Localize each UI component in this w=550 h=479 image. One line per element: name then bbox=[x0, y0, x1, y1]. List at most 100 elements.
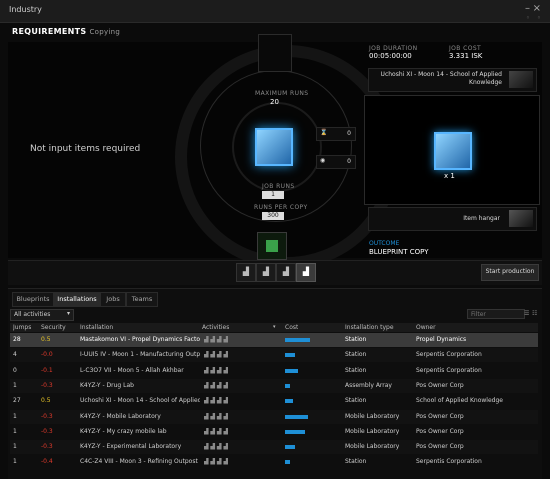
blueprint-cube-icon[interactable] bbox=[255, 128, 293, 166]
activities-icons: ▟ ▟ ▟ ▟ bbox=[204, 381, 229, 389]
col-cost[interactable]: Cost bbox=[285, 324, 298, 331]
security-cell: 0.5 bbox=[41, 336, 51, 343]
output-blueprint-icon[interactable] bbox=[257, 232, 287, 260]
security-cell: -0.4 bbox=[41, 458, 53, 466]
activities-icons: ▟ ▟ ▟ ▟ bbox=[204, 443, 229, 451]
tab-jobs[interactable]: Jobs bbox=[100, 292, 126, 307]
job-duration-value: 00:05:00:00 bbox=[369, 52, 412, 60]
installation-type-cell: Mobile Laboratory bbox=[345, 412, 400, 420]
col-security[interactable]: Security bbox=[41, 324, 66, 331]
output-location-selector[interactable]: Item hangar bbox=[368, 207, 537, 231]
col-installation-type[interactable]: Installation type bbox=[345, 324, 394, 331]
facility-name: Uchoshi XI - Moon 14 - School of Applied… bbox=[380, 71, 502, 86]
activities-icons: ▟ ▟ ▟ ▟ bbox=[204, 351, 229, 359]
col-activities[interactable]: Activities bbox=[202, 324, 229, 331]
owner-cell: School of Applied Knowledge bbox=[416, 397, 503, 405]
table-row[interactable]: 27 0.5 Uchoshi XI - Moon 14 - School of Ap… bbox=[10, 394, 538, 408]
detail-view-icon[interactable]: ☷ bbox=[532, 310, 537, 317]
security-cell: -0.3 bbox=[41, 427, 53, 435]
max-runs-label: MAXIMUM RUNS bbox=[255, 90, 309, 97]
table-row[interactable]: 4 -0.0 I-UUI5 IV - Moon 1 - Manufacturing … bbox=[10, 348, 538, 363]
col-installation[interactable]: Installation bbox=[80, 324, 113, 331]
activity-subtitle: Copying bbox=[89, 28, 121, 36]
installation-cell: L-C3O7 VII - Moon 5 - Allah Akhbar bbox=[80, 366, 184, 374]
wifi-icon: ◉ bbox=[320, 157, 326, 164]
material-efficiency-value: 0 bbox=[347, 158, 351, 165]
table-row[interactable]: 1 -0.3 K4YZ-Y - Drug Lab Assembly Array Pos … bbox=[10, 378, 538, 393]
pin-icon[interactable]: ◦ bbox=[526, 14, 530, 22]
cost-bar bbox=[285, 429, 305, 434]
requirements-header: REQUIREMENTS Copying bbox=[12, 27, 120, 36]
installation-type-cell: Assembly Array bbox=[345, 381, 392, 389]
col-jumps[interactable]: Jumps bbox=[13, 324, 31, 331]
max-runs-value: 20 bbox=[270, 98, 279, 106]
security-cell: 0.5 bbox=[41, 397, 51, 405]
activity-dropdown[interactable]: All activities ▾ bbox=[10, 309, 74, 321]
research-te-icon[interactable]: ▟ bbox=[256, 263, 276, 282]
input-slot[interactable] bbox=[258, 34, 292, 72]
table-row[interactable]: 28 0.5 Mastakomon VI - Propel Dynamics Fac… bbox=[10, 333, 538, 347]
cost-bar bbox=[285, 383, 290, 388]
window-title: Industry bbox=[9, 5, 42, 14]
manufacturing-icon[interactable]: ▟ bbox=[236, 263, 256, 282]
output-location: Item hangar bbox=[463, 215, 500, 222]
tab-teams[interactable]: Teams bbox=[126, 292, 158, 307]
start-production-button[interactable]: Start production bbox=[481, 264, 539, 281]
minimize-icon[interactable]: – bbox=[525, 3, 530, 14]
output-quantity: x 1 bbox=[444, 172, 455, 180]
output-cube-icon[interactable] bbox=[434, 132, 472, 170]
runs-per-copy-input[interactable]: 300 bbox=[262, 212, 284, 220]
cost-bar bbox=[285, 338, 310, 342]
table-row[interactable]: 1 -0.3 K4YZ-Y - Experimental Laboratory Mob… bbox=[10, 440, 538, 455]
cost-bar bbox=[285, 368, 298, 373]
owner-cell: Serpentis Corporation bbox=[416, 458, 482, 466]
jumps-cell: 1 bbox=[13, 443, 17, 451]
tab-installations[interactable]: Installations bbox=[54, 292, 100, 307]
jumps-cell: 4 bbox=[13, 351, 17, 359]
cost-bar bbox=[285, 414, 308, 419]
col-owner[interactable]: Owner bbox=[416, 324, 436, 331]
job-cost-value: 3.331 ISK bbox=[449, 52, 483, 60]
hourglass-icon: ⌛ bbox=[320, 129, 328, 136]
activity-buttons: ▟ ▟ ▟ ▟ bbox=[236, 263, 316, 282]
research-me-icon[interactable]: ▟ bbox=[276, 263, 296, 282]
table-row[interactable]: 1 -0.3 K4YZ-Y - My crazy mobile lab Mobile … bbox=[10, 425, 538, 439]
job-runs-input[interactable]: 1 bbox=[262, 191, 284, 199]
job-cost-label: JOB COST bbox=[449, 45, 482, 52]
filter-input[interactable] bbox=[467, 309, 525, 319]
job-duration-label: JOB DURATION bbox=[369, 45, 418, 52]
activities-icons: ▟ ▟ ▟ ▟ bbox=[204, 458, 229, 466]
settings-icon[interactable]: ◦ bbox=[537, 14, 541, 22]
jumps-cell: 1 bbox=[13, 427, 17, 435]
table-header: Jumps Security Installation Activities ▾… bbox=[10, 323, 538, 332]
activity-dropdown-value: All activities bbox=[14, 311, 51, 318]
activities-icons: ▟ ▟ ▟ ▟ bbox=[204, 336, 229, 343]
installation-cell: K4YZ-Y - My crazy mobile lab bbox=[80, 427, 167, 435]
table-row[interactable]: 0 -0.1 L-C3O7 VII - Moon 5 - Allah Akhbar S… bbox=[10, 364, 538, 378]
requirements-title: REQUIREMENTS bbox=[12, 27, 87, 36]
owner-cell: Pos Owner Corp bbox=[416, 427, 464, 435]
cost-bar bbox=[285, 399, 293, 404]
cost-bar bbox=[285, 445, 295, 450]
installation-type-cell: Mobile Laboratory bbox=[345, 443, 400, 451]
list-view-icon[interactable]: ☰ bbox=[524, 310, 529, 317]
hangar-icon bbox=[509, 210, 533, 227]
table-row[interactable]: 1 -0.4 C4C-Z4 VIII - Moon 3 - Refining Out… bbox=[10, 455, 538, 469]
installation-cell: Uchoshi XI - Moon 14 - School of Applied bbox=[80, 397, 200, 405]
copying-icon[interactable]: ▟ bbox=[296, 263, 316, 282]
jumps-cell: 0 bbox=[13, 366, 17, 374]
jumps-cell: 1 bbox=[13, 381, 17, 389]
time-efficiency: ⌛ 0 bbox=[316, 127, 356, 141]
blueprint-green-icon bbox=[266, 240, 278, 252]
activities-icons: ▟ ▟ ▟ ▟ bbox=[204, 412, 229, 420]
facility-selector[interactable]: Uchoshi XI - Moon 14 - School of Applied… bbox=[368, 68, 537, 92]
security-cell: -0.1 bbox=[41, 366, 53, 374]
tab-blueprints[interactable]: Blueprints bbox=[12, 292, 54, 307]
table-row[interactable]: 1 -0.3 K4YZ-Y - Mobile Laboratory Mobile La… bbox=[10, 409, 538, 424]
activities-icons: ▟ ▟ ▟ ▟ bbox=[204, 366, 229, 374]
owner-cell: Serpentis Corporation bbox=[416, 366, 482, 374]
installation-cell: I-UUI5 IV - Moon 1 - Manufacturing Outpo… bbox=[80, 351, 200, 359]
chevron-down-icon[interactable]: ▾ bbox=[273, 324, 276, 330]
close-icon[interactable]: × bbox=[533, 3, 541, 14]
installation-cell: C4C-Z4 VIII - Moon 3 - Refining Outpost bbox=[80, 458, 198, 466]
